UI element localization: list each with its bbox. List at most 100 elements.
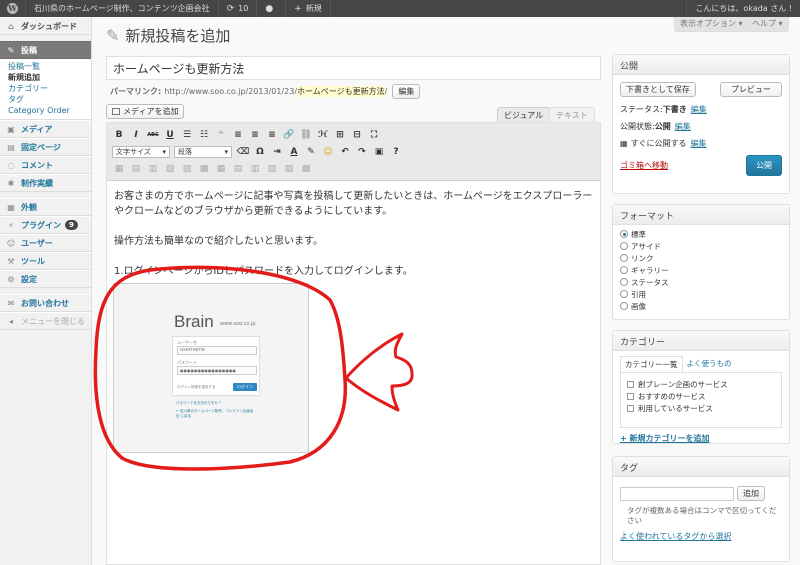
table-tool-icon[interactable]: ▩	[197, 162, 211, 176]
blockquote-button[interactable]: ❝	[214, 128, 228, 142]
more-tag-button[interactable]: ⊞	[333, 128, 347, 142]
menu-dashboard[interactable]: ⌂ ダッシュボード	[0, 17, 91, 35]
menu-contact[interactable]: ✉ お問い合わせ	[0, 294, 91, 312]
tab-text[interactable]: テキスト	[549, 107, 595, 122]
embedded-login-screenshot[interactable]: Brain www.soo.co.jp ユーザー名 username パスワード…	[113, 283, 309, 453]
help-toggle[interactable]: ヘルプ ▾	[746, 17, 789, 32]
emoji-button[interactable]: ☺	[321, 145, 335, 159]
table-tool-icon[interactable]: ▥	[146, 162, 160, 176]
visibility-edit-link[interactable]: 編集	[675, 121, 691, 132]
redo-button[interactable]: ↷	[355, 145, 369, 159]
add-tag-button[interactable]: 追加	[737, 486, 765, 501]
collapse-menu[interactable]: ◂ メニューを閉じる	[0, 312, 91, 330]
insert-link-button[interactable]: 🔗	[282, 128, 296, 142]
comments-link[interactable]: ●	[257, 0, 287, 17]
menu-comments[interactable]: ◌ コメント	[0, 156, 91, 174]
move-to-trash-link[interactable]: ゴミ箱へ移動	[620, 160, 668, 171]
submenu-add-new[interactable]: 新規追加	[0, 72, 91, 83]
menu-posts[interactable]: ✎ 投稿	[0, 41, 91, 59]
table-tool-icon[interactable]: ▤	[129, 162, 143, 176]
permalink-slug[interactable]: ホームページも更新方法	[297, 86, 385, 97]
tag-input[interactable]	[620, 486, 734, 501]
schedule-edit-link[interactable]: 編集	[691, 138, 707, 149]
table-tool-icon[interactable]: ▨	[180, 162, 194, 176]
tab-all-categories[interactable]: カテゴリー一覧	[620, 356, 683, 372]
publish-box: 公開 下書きとして保存 プレビュー ステータス: 下書き 編集 公開状態: 公開 編集 …	[612, 54, 790, 194]
help-button[interactable]: ?	[389, 145, 403, 159]
menu-tools[interactable]: ⚒ ツール	[0, 252, 91, 270]
submenu-category-order[interactable]: Category Order	[0, 105, 91, 116]
submenu-all-posts[interactable]: 投稿一覧	[0, 61, 91, 72]
table-tool-icon[interactable]: ▧	[163, 162, 177, 176]
wordpress-logo-icon[interactable]: W	[0, 0, 26, 17]
menu-portfolio[interactable]: ✱ 制作実績	[0, 174, 91, 192]
updates-link[interactable]: ⟳ 10	[219, 0, 258, 17]
numbered-list-button[interactable]: ☷	[197, 128, 211, 142]
publish-button[interactable]: 公開	[746, 155, 782, 176]
preview-button[interactable]: プレビュー	[720, 82, 782, 97]
align-center-button[interactable]: ≡	[248, 128, 262, 142]
menu-pages[interactable]: ▤ 固定ページ	[0, 138, 91, 156]
menu-users[interactable]: ☺ ユーザー	[0, 234, 91, 252]
unlink-button[interactable]: ⛓	[299, 128, 313, 142]
category-item[interactable]: 利用しているサービス	[627, 402, 775, 414]
format-option-aside[interactable]: アサイド	[620, 240, 782, 252]
format-option-image[interactable]: 画像	[620, 300, 782, 312]
format-option-standard[interactable]: 標準	[620, 228, 782, 240]
format-select[interactable]: 段落 ▾	[174, 145, 232, 158]
tab-visual[interactable]: ビジュアル	[497, 107, 551, 122]
table-tool-icon[interactable]: ▥	[248, 162, 262, 176]
underline-button[interactable]: U	[163, 128, 177, 142]
screen-options-toggle[interactable]: 表示オプション ▾	[674, 17, 749, 32]
site-name-link[interactable]: 石川県のホームページ制作、コンテンツ企画会社	[26, 0, 219, 17]
permalink-edit-button[interactable]: 編集	[392, 84, 421, 99]
tab-popular-categories[interactable]: よく使うもの	[683, 356, 736, 372]
format-option-quote[interactable]: 引用	[620, 288, 782, 300]
category-label: 創ブレーン企画のサービス	[638, 379, 728, 389]
new-content-link[interactable]: + 新規	[286, 0, 331, 17]
page-break-button[interactable]: ⊟	[350, 128, 364, 142]
menu-media[interactable]: ▣ メディア	[0, 120, 91, 138]
table-tool-icon[interactable]: ▩	[299, 162, 313, 176]
table-tool-icon[interactable]: ▦	[214, 162, 228, 176]
status-edit-link[interactable]: 編集	[691, 104, 707, 115]
table-tool-icon[interactable]: ▨	[282, 162, 296, 176]
align-left-button[interactable]: ≡	[231, 128, 245, 142]
category-item[interactable]: 創ブレーン企画のサービス	[627, 378, 775, 390]
italic-button[interactable]: I	[129, 128, 143, 142]
menu-settings[interactable]: ⚙ 設定	[0, 270, 91, 288]
account-greeting[interactable]: こんにちは、okada さん !	[686, 0, 800, 17]
format-option-link[interactable]: リンク	[620, 252, 782, 264]
table-tool-icon[interactable]: ▦	[112, 162, 126, 176]
highlight-button[interactable]: ✎	[304, 145, 318, 159]
indent-button[interactable]: ⇥	[270, 145, 284, 159]
submenu-categories[interactable]: カテゴリー	[0, 83, 91, 94]
page-icon: ▤	[7, 142, 15, 152]
format-option-gallery[interactable]: ギャラリー	[620, 264, 782, 276]
pin-icon: ✎	[7, 45, 15, 55]
add-media-button[interactable]: メディアを追加	[106, 104, 185, 119]
table-tool-icon[interactable]: ▤	[231, 162, 245, 176]
post-title-input[interactable]: ホームページも更新方法	[106, 56, 601, 80]
bullet-list-button[interactable]: ☰	[180, 128, 194, 142]
menu-appearance[interactable]: ▦ 外観	[0, 198, 91, 216]
strikethrough-button[interactable]: ABC	[146, 128, 160, 142]
bold-button[interactable]: B	[112, 128, 126, 142]
submenu-tags[interactable]: タグ	[0, 94, 91, 105]
add-new-category-link[interactable]: + 新規カテゴリーを追加	[620, 433, 782, 444]
undo-button[interactable]: ↶	[338, 145, 352, 159]
popular-tags-link[interactable]: よく使われているタグから選択	[620, 531, 782, 542]
paste-word-button[interactable]: ▣	[372, 145, 386, 159]
fullscreen-button[interactable]: ⛶	[367, 128, 381, 142]
special-char-button[interactable]: Ω	[253, 145, 267, 159]
align-right-button[interactable]: ≡	[265, 128, 279, 142]
save-draft-button[interactable]: 下書きとして保存	[620, 82, 696, 97]
format-option-status[interactable]: ステータス	[620, 276, 782, 288]
clear-format-button[interactable]: ⌫	[236, 145, 250, 159]
menu-plugins[interactable]: ⚡ プラグイン 9	[0, 216, 91, 234]
spellcheck-button[interactable]: ℋ	[316, 128, 330, 142]
category-item[interactable]: おすすめのサービス	[627, 390, 775, 402]
table-tool-icon[interactable]: ▧	[265, 162, 279, 176]
font-size-select[interactable]: 文字サイズ ▾	[112, 145, 170, 158]
text-color-button[interactable]: A	[287, 145, 301, 159]
